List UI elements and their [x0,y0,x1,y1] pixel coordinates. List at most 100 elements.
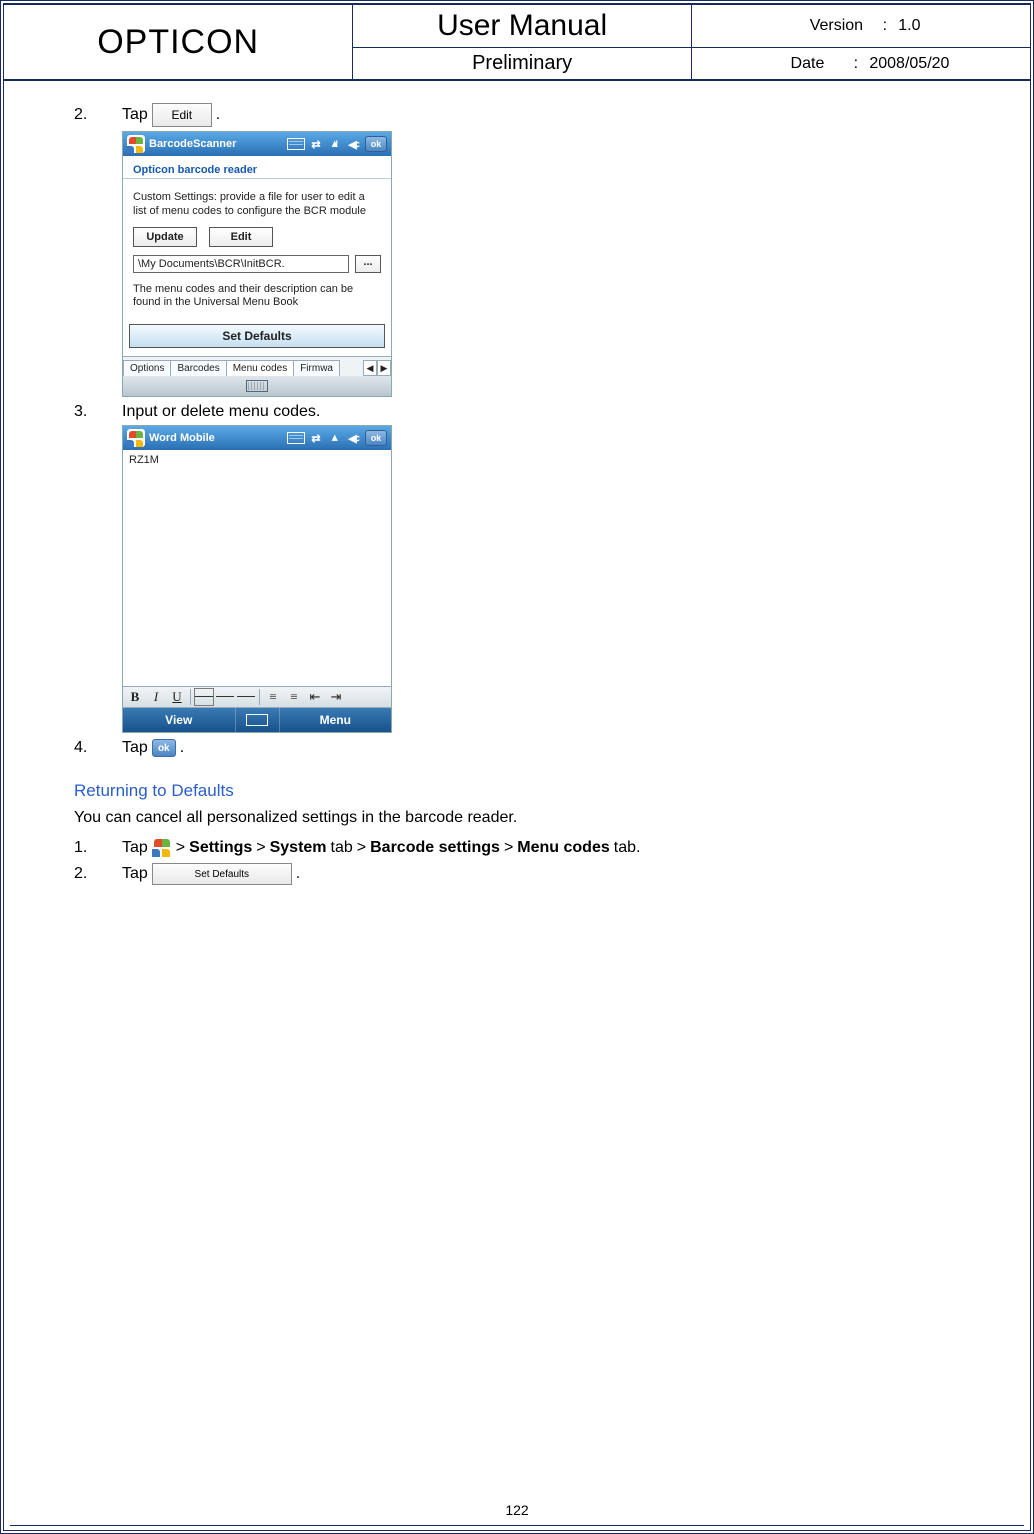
step-3: 3. Input or delete menu codes. [74,403,990,421]
date-label: Date [772,55,842,73]
align-left-button[interactable] [194,688,214,706]
connectivity-icon[interactable] [308,137,324,151]
step3-text: Input or delete menu codes. [122,403,320,421]
edit-button-inline[interactable]: Edit [152,103,212,127]
volume-icon[interactable] [346,137,362,151]
separator [259,689,260,705]
keyboard-icon [246,714,268,726]
align-right-button[interactable] [236,688,256,706]
keyboard-icon[interactable] [287,138,305,150]
menu-menu[interactable]: Menu [280,708,392,732]
step-number: 3. [74,403,122,421]
date-cell: Date : 2008/05/20 [691,48,1030,81]
align-center-button[interactable] [215,688,235,706]
version-cell: Version : 1.0 [691,5,1030,48]
italic-button[interactable]: I [146,688,166,706]
separator [190,689,191,705]
start-icon[interactable] [127,429,145,447]
menu-codes-text: Menu codes [517,839,609,857]
window-title: BarcodeScanner [149,138,283,150]
step-number: 4. [74,739,122,757]
brand-cell: OPTICON [4,5,353,81]
soft-key-bar: View Menu [123,708,391,732]
tab-firmware[interactable]: Firmwa [293,360,340,376]
format-toolbar: B I U ≡ ≡ ⇤ ⇥ [123,686,391,708]
connectivity-icon[interactable] [308,431,324,445]
tap-text: Tap [122,106,148,124]
manual-title: User Manual [353,5,692,48]
window-title: Word Mobile [149,432,283,444]
barcode-settings-text: Barcode settings [370,839,500,857]
underline-button[interactable]: U [167,688,187,706]
set-defaults-button[interactable]: Set Defaults [129,324,385,348]
tab-word: tab [331,839,353,857]
document-body[interactable]: RZ1M [123,450,391,686]
volume-icon[interactable] [346,431,362,445]
ok-button[interactable]: ok [365,430,387,446]
start-icon[interactable] [127,135,145,153]
tab-options[interactable]: Options [123,360,171,376]
screenshot-word-mobile: Word Mobile ok RZ1M B I U [122,425,990,733]
defaults-step-2: 2. Tap Set Defaults. [74,863,990,885]
defaults-step-1: 1. Tap > Settings > System tab > Barcode… [74,837,990,859]
start-icon[interactable] [152,837,172,859]
path-input[interactable]: \My Documents\BCR\InitBCR. [133,255,349,273]
tab-menu-codes[interactable]: Menu codes [226,360,294,376]
screenshot-barcodescanner: BarcodeScanner ok Opticon barcode reader… [122,131,990,397]
step-number: 2. [74,106,122,124]
sip-toggle[interactable] [236,708,280,732]
signal-icon[interactable] [327,431,343,445]
manual-subtitle: Preliminary [353,48,692,81]
tab-barcodes[interactable]: Barcodes [170,360,226,376]
menu-codes-text: The menu codes and their description can… [133,283,381,311]
browse-button[interactable]: ... [355,255,381,273]
keyboard-icon[interactable] [287,432,305,444]
page: OPTICON User Manual Version : 1.0 Prelim… [0,0,1034,1534]
outdent-button[interactable]: ⇤ [305,688,325,706]
content-area: 2. Tap Edit. BarcodeScanner ok [4,81,1030,899]
update-button[interactable]: Update [133,227,197,247]
keyboard-icon[interactable] [246,380,268,392]
tab-strip: Options Barcodes Menu codes Firmwa ◀ ▶ [123,356,391,376]
step-number: 1. [74,839,122,857]
colon: : [876,17,894,35]
period: . [216,106,220,124]
ok-button-inline[interactable]: ok [152,739,176,757]
tab-scroll-right[interactable]: ▶ [377,360,391,376]
tab-period: tab. [614,839,641,857]
view-menu[interactable]: View [123,708,236,732]
gt: > [357,839,366,857]
footer-divider [10,1525,1024,1526]
settings-text: Settings [189,839,252,857]
numbered-list-button[interactable]: ≡ [263,688,283,706]
doc-header: OPTICON User Manual Version : 1.0 Prelim… [4,4,1030,81]
step-4: 4. Tap ok. [74,739,990,757]
app-subtitle: Opticon barcode reader [123,156,391,179]
gt: > [256,839,265,857]
set-defaults-button-inline[interactable]: Set Defaults [152,863,292,885]
tap-text: Tap [122,865,148,883]
tab-scroll-left[interactable]: ◀ [363,360,377,376]
step-2: 2. Tap Edit. [74,103,990,127]
ok-button[interactable]: ok [365,136,387,152]
returning-to-defaults-para: You can cancel all personalized settings… [74,809,990,827]
bold-button[interactable]: B [125,688,145,706]
system-text: System [270,839,327,857]
custom-settings-text: Custom Settings: provide a file for user… [133,191,381,219]
date-value: 2008/05/20 [869,55,949,72]
edit-button[interactable]: Edit [209,227,273,247]
titlebar: BarcodeScanner ok [123,132,391,156]
sip-bar[interactable] [123,376,391,396]
colon: : [847,55,865,73]
bulleted-list-button[interactable]: ≡ [284,688,304,706]
version-value: 1.0 [898,17,920,34]
gt: > [504,839,513,857]
tap-text: Tap [122,739,148,757]
page-number: 122 [4,1502,1030,1518]
indent-button[interactable]: ⇥ [326,688,346,706]
signal-icon[interactable] [327,137,343,151]
version-label: Version [801,17,871,35]
period: . [296,865,300,883]
returning-to-defaults-heading: Returning to Defaults [74,781,990,801]
gt: > [176,839,185,857]
